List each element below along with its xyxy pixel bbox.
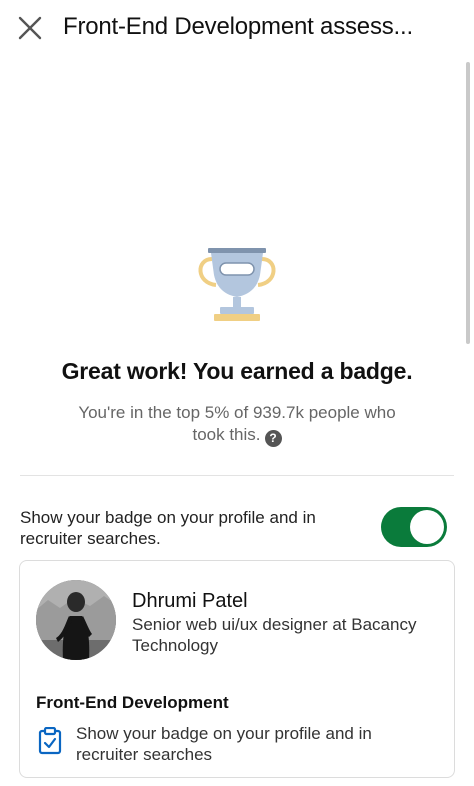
trophy-icon bbox=[198, 248, 276, 321]
assessment-result-screen: Front-End Development assess... Great wo… bbox=[0, 0, 474, 786]
skill-title: Front-End Development bbox=[36, 693, 229, 712]
page-title: Front-End Development assess... bbox=[63, 13, 413, 40]
clipboard-check-icon bbox=[38, 727, 62, 755]
scrollbar[interactable] bbox=[466, 62, 470, 344]
result-headline: Great work! You earned a badge. bbox=[61, 358, 413, 384]
close-icon bbox=[18, 16, 42, 40]
toggle-knob bbox=[410, 510, 444, 544]
header: Front-End Development assess... bbox=[0, 0, 474, 58]
result-subtext-label: You're in the top 5% of 939.7k people wh… bbox=[78, 403, 396, 444]
show-badge-toggle[interactable] bbox=[381, 507, 447, 547]
member-headline: Senior web ui/ux designer at Bacancy Tec… bbox=[132, 615, 417, 655]
skill-visibility-text: Show your badge on your profile and in r… bbox=[76, 724, 372, 764]
close-button[interactable] bbox=[14, 12, 46, 44]
badge-preview-card: Dhrumi Patel Senior web ui/ux designer a… bbox=[19, 560, 455, 778]
avatar bbox=[36, 580, 116, 660]
show-badge-label: Show your badge on your profile and in r… bbox=[20, 508, 316, 548]
divider bbox=[20, 475, 454, 476]
member-name: Dhrumi Patel bbox=[132, 590, 248, 612]
result-subtext: You're in the top 5% of 939.7k people wh… bbox=[60, 402, 414, 447]
help-icon[interactable]: ? bbox=[264, 430, 282, 447]
